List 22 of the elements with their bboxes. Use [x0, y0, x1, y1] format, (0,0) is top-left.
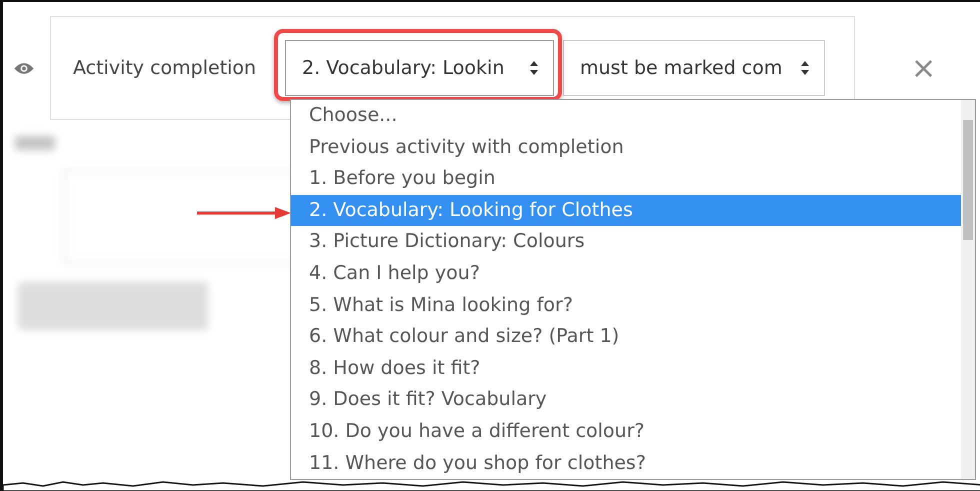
activity-select[interactable]: 2. Vocabulary: Lookin: [285, 40, 554, 96]
activity-completion-label: Activity completion: [73, 57, 258, 79]
delete-button[interactable]: ×: [905, 50, 942, 86]
sort-caret-icon: [529, 60, 539, 76]
dropdown-option[interactable]: 5. What is Mina looking for?: [291, 290, 961, 322]
arrow-icon: [197, 207, 291, 219]
dropdown-option[interactable]: 1. Before you begin: [291, 163, 961, 195]
dropdown-option[interactable]: 8. How does it fit?: [291, 352, 961, 384]
scrollbar[interactable]: [961, 100, 975, 479]
dropdown-option[interactable]: Choose...: [291, 100, 961, 132]
dropdown-option[interactable]: 6. What colour and size? (Part 1): [291, 321, 961, 353]
dropdown-option[interactable]: 9. Does it fit? Vocabulary: [291, 384, 961, 416]
sort-caret-icon: [800, 60, 810, 76]
scrollbar-thumb[interactable]: [963, 120, 973, 240]
condition-select[interactable]: must be marked com: [563, 40, 825, 96]
dropdown-option[interactable]: 11. Where do you shop for clothes?: [291, 448, 961, 479]
eye-icon[interactable]: [13, 60, 35, 76]
dropdown-option[interactable]: 3. Picture Dictionary: Colours: [291, 226, 961, 258]
blurred-label: [15, 136, 55, 150]
dropdown-option[interactable]: 4. Can I help you?: [291, 258, 961, 290]
dropdown-option[interactable]: Previous activity with completion: [291, 132, 961, 164]
dropdown-option[interactable]: 10. Do you have a different colour?: [291, 416, 961, 448]
